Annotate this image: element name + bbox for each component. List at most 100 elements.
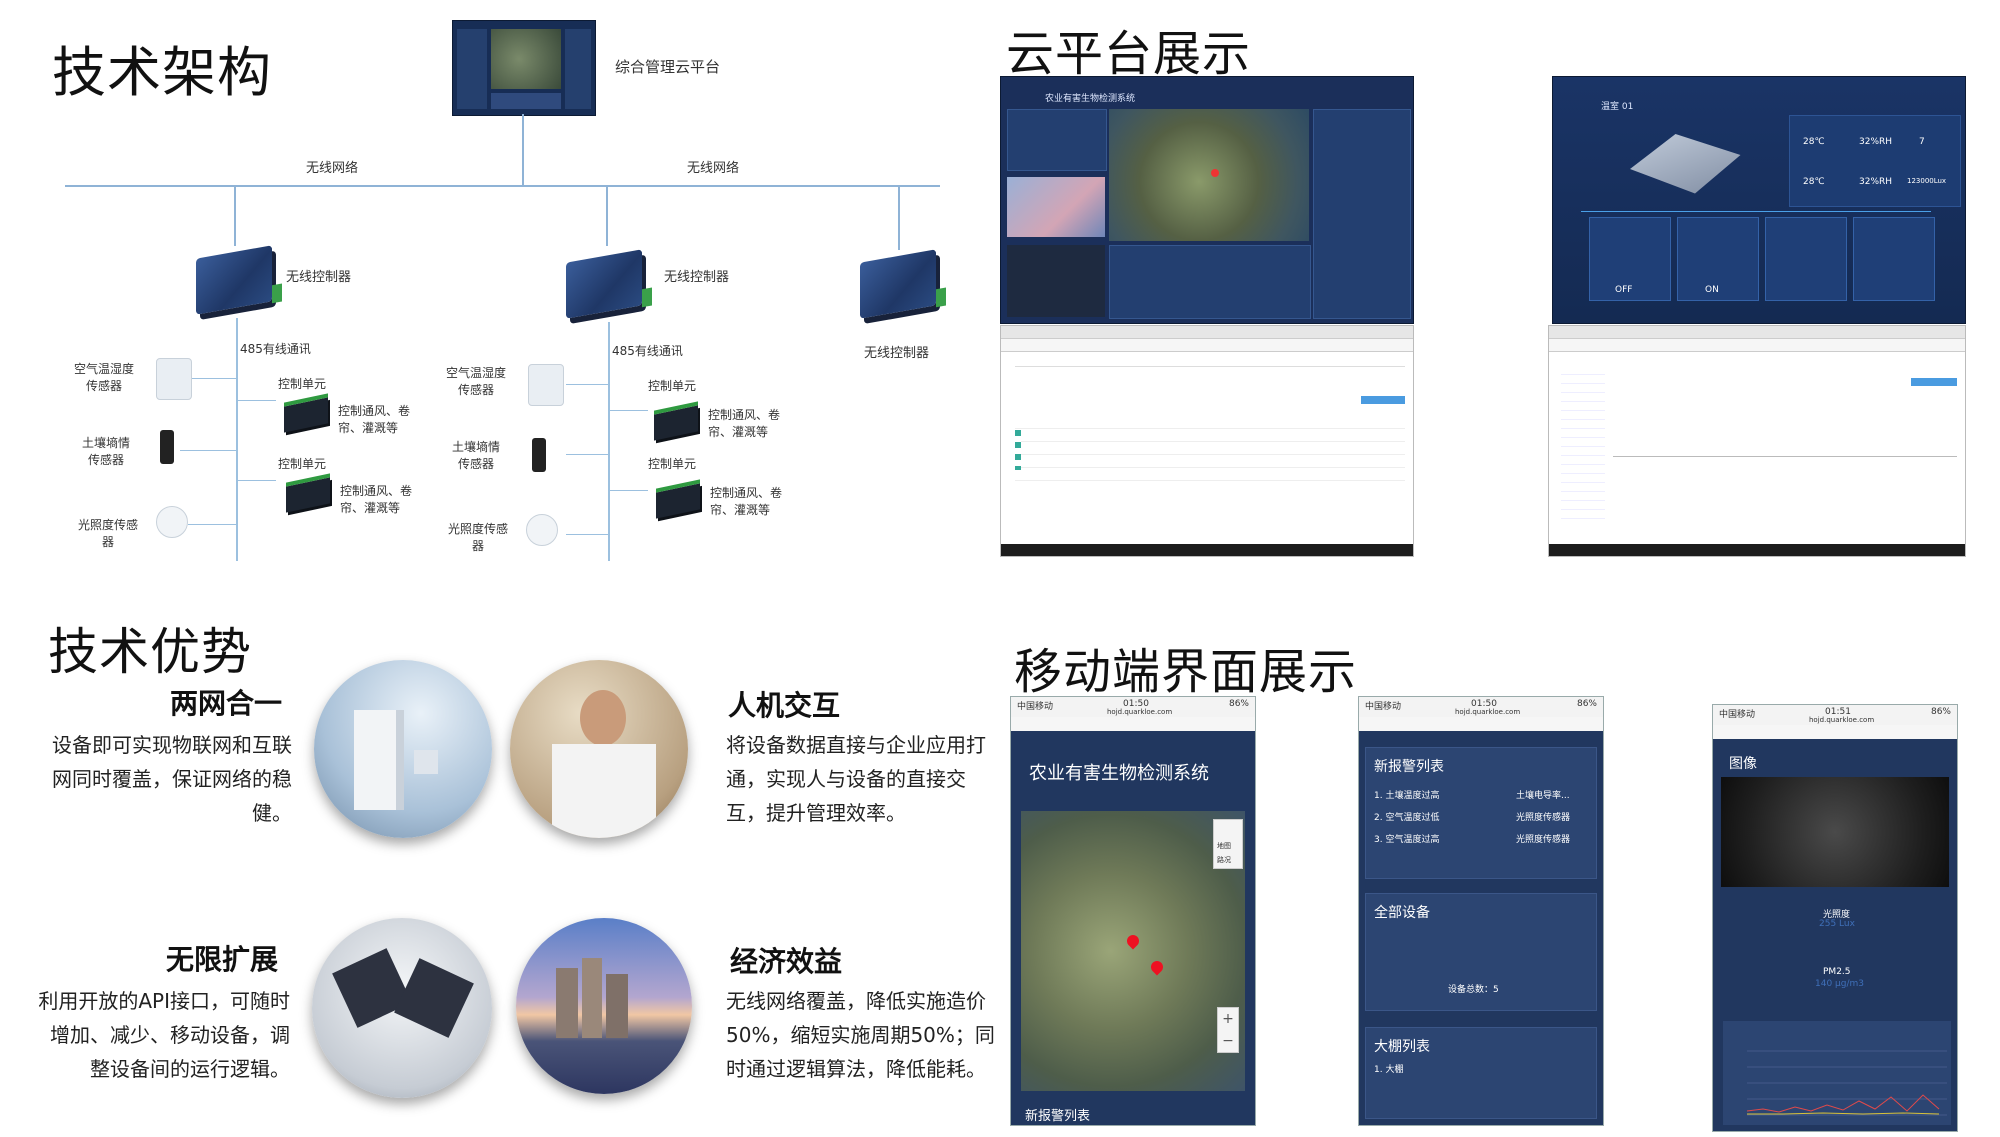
advantage-image-buildings: [314, 660, 492, 838]
trend-line-red: [1746, 1094, 1940, 1113]
hum-value-2: 32%RH: [1859, 177, 1893, 187]
off-button[interactable]: OFF: [1615, 285, 1632, 295]
light-value: 255 Lux: [1819, 919, 1855, 929]
temp-value-2: 28℃: [1803, 177, 1825, 187]
comm-label-2: 485有线通讯: [612, 344, 683, 358]
map-pin-2: [1148, 958, 1166, 976]
network-label-right: 无线网络: [687, 161, 740, 176]
light-sensor-label: 光照度传感 器: [78, 518, 139, 549]
phone1-system-title: 农业有害生物检测系统: [1029, 763, 1209, 784]
alarm-item-2[interactable]: 2. 空气温度过低: [1374, 810, 1439, 823]
control-unit-desc-4: 控制通风、卷 帘、灌溉等: [710, 486, 783, 517]
greenhouse-3d-model: [1630, 134, 1741, 194]
browser-table-screenshot: [1000, 325, 1414, 557]
carrier-label-2: 中国移动: [1365, 702, 1402, 712]
battery-label-3: 86%: [1930, 707, 1951, 717]
control-unit-label-1: 控制单元: [278, 377, 327, 391]
phone-image-screen: 中国移动 01:51 86% hojd.quarkloe.com 图像 光照度 …: [1712, 704, 1958, 1132]
on-button[interactable]: ON: [1705, 285, 1719, 295]
control-unit-desc-1: 控制通风、卷 帘、灌溉等: [338, 404, 411, 435]
wireless-controller-3: [860, 249, 936, 319]
network-trunk: [522, 114, 524, 186]
controller-label-1: 无线控制器: [286, 270, 352, 285]
comm-label-1: 485有线通讯: [240, 342, 311, 356]
alarm-device-2: 光照度传感器: [1516, 813, 1571, 823]
alarm-panel: 新报警列表 1. 土壤温度过高 土壤电导率... 2. 空气温度过低 光照度传感…: [1365, 747, 1597, 879]
greenhouse-list-title: 大棚列表: [1374, 1039, 1430, 1055]
alarm-item-3[interactable]: 3. 空气温度过高: [1374, 832, 1439, 845]
control-unit-icon-2: [286, 477, 330, 513]
map-type-button[interactable]: 地图: [1217, 841, 1231, 851]
advantage-title-1: 两网合一: [170, 687, 283, 720]
battery-label: 86%: [1228, 699, 1249, 709]
advantage-image-city: [516, 918, 692, 1094]
device-total: 设备总数：5: [1448, 985, 1499, 995]
control-unit-label-2: 控制单元: [278, 457, 327, 471]
trend-chart-svg: [1746, 1050, 1947, 1116]
air-sensor-label-2: 空气温湿度 传感器: [446, 366, 507, 397]
satellite-image: [1721, 777, 1949, 887]
lux-value: 123000Lux: [1907, 177, 1947, 185]
soil-sensor-label: 土壤墒情 传感器: [82, 436, 131, 467]
device-card-4: [1853, 217, 1935, 301]
trend-line-yellow: [1747, 1112, 1940, 1115]
network-bus: [65, 185, 940, 187]
phone-alarm-screen: 中国移动 01:50 86% hojd.quarkloe.com 新报警列表 1…: [1358, 696, 1604, 1126]
carrier-label-3: 中国移动: [1719, 710, 1756, 720]
control-unit-desc-3: 控制通风、卷 帘、灌溉等: [708, 408, 781, 439]
greenhouse-item-1[interactable]: 1. 大棚: [1374, 1062, 1403, 1075]
platform-label: 综合管理云平台: [615, 58, 721, 76]
advantages-title: 技术优势: [48, 623, 252, 681]
arch-title: 技术架构: [52, 41, 272, 104]
wireless-controller-1: [196, 245, 272, 315]
advantage-image-businessman: [510, 660, 688, 838]
advantage-text-3: 利用开放的API接口，可随时增加、减少、移动设备，调整设备间的运行逻辑。: [38, 989, 290, 1081]
url-label-3: hojd.quarkloe.com: [1809, 716, 1875, 724]
dashboard-map-screen: 农业有害生物检测系统: [1000, 76, 1414, 324]
advantage-title-2: 人机交互: [728, 689, 841, 722]
zoom-control[interactable]: + −: [1217, 1007, 1239, 1053]
control-unit-label-4: 控制单元: [648, 457, 697, 471]
platform-screenshot: [452, 20, 596, 116]
advantage-title-4: 经济效益: [730, 945, 843, 978]
dashboard-greenhouse-screen: 温室 01 28℃ 32%RH 7 28℃ 32%RH 123000Lux OF…: [1552, 76, 1966, 324]
cloud-title: 云平台展示: [1006, 26, 1252, 82]
temp-value-1: 28℃: [1803, 137, 1825, 147]
alarm-device-3: 光照度传感器: [1516, 835, 1571, 845]
control-unit-desc-2: 控制通风、卷 帘、灌溉等: [340, 484, 413, 515]
alarm-item-1[interactable]: 1. 土壤温度过高: [1374, 788, 1439, 801]
battery-label-2: 86%: [1576, 699, 1597, 709]
pm-label: PM2.5: [1823, 967, 1851, 977]
light-sensor-label-2: 光照度传感 器: [448, 522, 509, 553]
map-pin-1: [1124, 932, 1142, 950]
control-unit-icon-3: [654, 405, 698, 441]
advantage-title-3: 无限扩展: [166, 943, 279, 976]
url-label-2: hojd.quarkloe.com: [1455, 708, 1521, 716]
browser-chart-screenshot: [1548, 325, 1966, 557]
advantage-text-1: 设备即可实现物联网和互联网同时覆盖，保证网络的稳健。: [52, 733, 292, 825]
pm-value: 140 μg/m3: [1815, 979, 1865, 989]
greenhouse-list-panel: 大棚列表 1. 大棚: [1365, 1027, 1597, 1119]
all-devices-panel: 全部设备 设备总数：5: [1365, 893, 1597, 1011]
carrier-label: 中国移动: [1017, 702, 1054, 712]
light-sensor-icon-2: [526, 514, 558, 546]
phone1-map: 地图 路况 + −: [1021, 811, 1245, 1091]
image-title: 图像: [1729, 756, 1757, 772]
control-unit-icon-4: [656, 483, 700, 519]
network-label-left: 无线网络: [306, 161, 359, 176]
light-sensor-icon: [156, 506, 188, 538]
controller-label-2: 无线控制器: [664, 270, 730, 285]
soil-sensor-icon: [160, 430, 174, 464]
soil-sensor-icon-2: [532, 438, 546, 472]
traffic-button[interactable]: 路况: [1217, 855, 1231, 865]
advantage-text-4: 无线网络覆盖，降低实施造价50%，缩短实施周期50%；同时通过逻辑算法，降低能耗…: [726, 989, 995, 1081]
all-devices-title: 全部设备: [1374, 905, 1430, 921]
control-unit-label-3: 控制单元: [648, 379, 697, 393]
soil-sensor-label-2: 土壤墒情 传感器: [452, 440, 501, 471]
controller-label-3: 无线控制器: [864, 346, 930, 361]
air-sensor-icon: [156, 358, 192, 400]
air-sensor-icon-2: [528, 364, 564, 406]
dashboard-system-name: 农业有害生物检测系统: [1045, 94, 1136, 104]
url-label: hojd.quarkloe.com: [1107, 708, 1173, 716]
hum-value-1: 32%RH: [1859, 137, 1893, 147]
